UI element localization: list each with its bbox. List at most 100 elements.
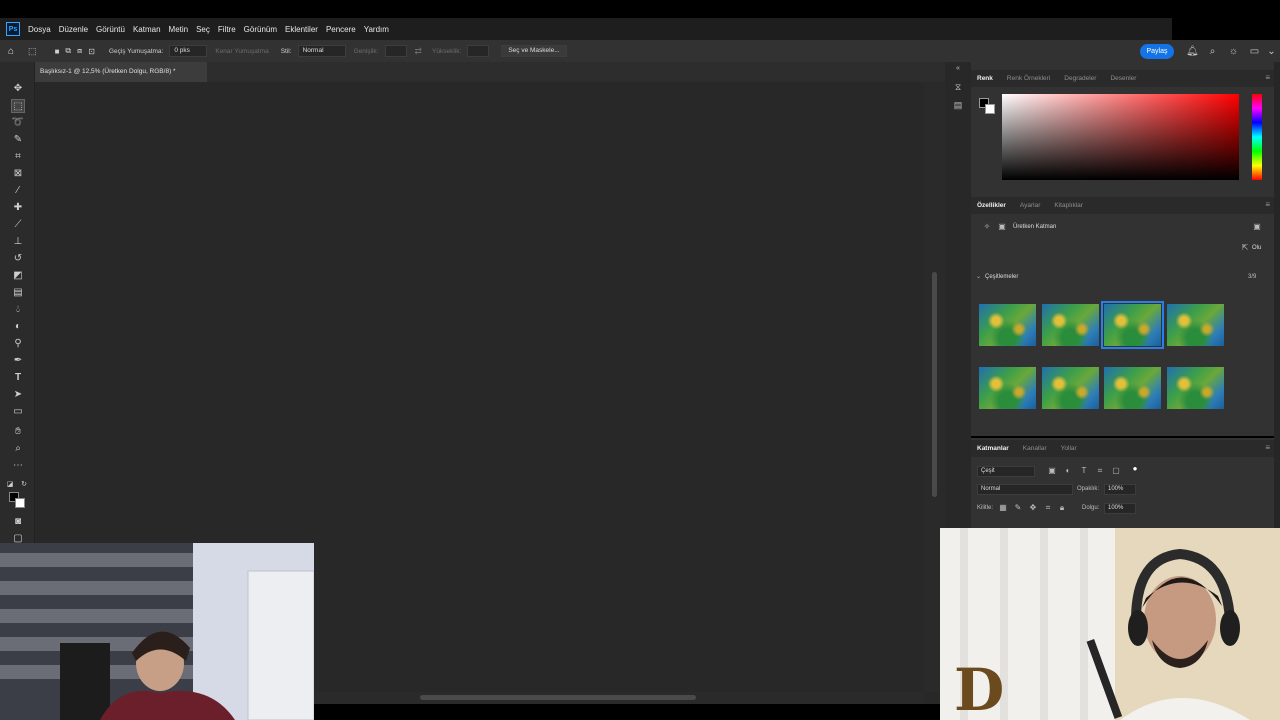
brush-tool-icon[interactable]: ⟋: [11, 218, 25, 232]
lasso-tool-icon[interactable]: ➰: [11, 116, 25, 130]
filter-shape-icon[interactable]: ⌗: [1095, 466, 1105, 476]
tab-channels[interactable]: Kanallar: [1023, 445, 1047, 452]
menu-select[interactable]: Seç: [196, 25, 210, 34]
filter-adjustment-icon[interactable]: ◐: [1063, 466, 1073, 476]
lock-position-icon[interactable]: ✥: [1028, 503, 1038, 513]
tab-layers[interactable]: Katmanlar: [977, 445, 1009, 452]
filter-pixel-icon[interactable]: ▣: [1047, 466, 1057, 476]
subtract-selection-icon[interactable]: ⧈: [77, 46, 82, 56]
color-field[interactable]: [1002, 94, 1239, 180]
tab-adjustments[interactable]: Ayarlar: [1020, 202, 1040, 209]
properties-options-icon[interactable]: ▣: [1252, 222, 1262, 232]
variation-thumbnail[interactable]: [979, 304, 1036, 346]
lock-artboard-icon[interactable]: ⌗: [1043, 503, 1053, 513]
dodge-burn-icon[interactable]: ⚲: [11, 337, 25, 351]
gradient-tool-icon[interactable]: ▤: [11, 286, 25, 300]
home-icon[interactable]: ⌂: [8, 46, 14, 57]
variation-thumbnail[interactable]: [1042, 304, 1099, 346]
search-icon[interactable]: ⌕: [1207, 46, 1218, 57]
zoom-tool-icon[interactable]: ⌕: [11, 442, 25, 456]
feather-input[interactable]: 0 pks: [169, 45, 208, 57]
history-panel-icon[interactable]: ⧖: [953, 82, 963, 92]
color-panel-background-swatch[interactable]: [985, 104, 995, 114]
horizontal-scroll-thumb[interactable]: [420, 695, 696, 700]
variation-thumbnail-selected[interactable]: [1101, 301, 1164, 349]
layer-filter-select[interactable]: Çeşit: [977, 466, 1035, 477]
menu-type[interactable]: Metin: [169, 25, 189, 34]
frame-tool-icon[interactable]: ⊠: [11, 167, 25, 181]
quick-mask-icon[interactable]: ◙: [11, 515, 25, 529]
variation-thumbnail[interactable]: [979, 367, 1036, 409]
variation-thumbnail[interactable]: [1042, 367, 1099, 409]
panel-menu-icon[interactable]: ≡: [1265, 444, 1270, 452]
collapse-arrows-icon[interactable]: «: [953, 64, 963, 74]
select-and-mask-button[interactable]: Seç ve Maskele...: [501, 45, 567, 57]
pen-tool-icon[interactable]: ✒: [11, 354, 25, 368]
menu-plugins[interactable]: Eklentiler: [285, 25, 318, 34]
dodge-tool-icon[interactable]: ◐: [11, 320, 25, 334]
swap-colors-icon[interactable]: ↻: [20, 478, 28, 492]
filter-toggle-icon[interactable]: ●: [1130, 464, 1140, 474]
tab-patterns[interactable]: Desenler: [1110, 75, 1136, 82]
crop-tool-icon[interactable]: ⌗: [11, 150, 25, 164]
tab-libraries[interactable]: Kitaplıklar: [1054, 202, 1083, 209]
tab-properties[interactable]: Özellikler: [977, 202, 1006, 209]
panel-menu-icon[interactable]: ≡: [1265, 74, 1270, 82]
type-tool-icon[interactable]: T: [11, 371, 25, 385]
filter-type-icon[interactable]: T: [1079, 466, 1089, 476]
generate-button[interactable]: Olu: [1252, 243, 1261, 253]
add-selection-icon[interactable]: ⧉: [65, 46, 71, 56]
stamp-tool-icon[interactable]: ⊥: [11, 235, 25, 249]
discover-icon[interactable]: ☼: [1228, 46, 1239, 57]
history-brush-icon[interactable]: ↺: [11, 252, 25, 266]
quick-select-icon[interactable]: ✎: [11, 133, 25, 147]
marquee-tool-icon[interactable]: ⬚: [11, 99, 25, 113]
menu-help[interactable]: Yardım: [364, 25, 389, 34]
bell-icon[interactable]: 🔔︎: [1186, 46, 1199, 57]
width-input[interactable]: [384, 45, 407, 57]
menu-layer[interactable]: Katman: [133, 25, 161, 34]
filter-smart-object-icon[interactable]: ▢: [1111, 466, 1121, 476]
vertical-scroll-thumb[interactable]: [932, 272, 937, 497]
tab-color[interactable]: Renk: [977, 75, 993, 82]
share-button[interactable]: Paylaş: [1140, 44, 1174, 59]
variations-chevron-icon[interactable]: ⌄: [976, 272, 981, 282]
eyedropper-icon[interactable]: ⁄: [11, 184, 25, 198]
opacity-input[interactable]: 100%: [1104, 484, 1136, 495]
variation-thumbnail[interactable]: [1167, 304, 1224, 346]
blur-tool-icon[interactable]: 💧︎: [11, 303, 25, 317]
new-selection-icon[interactable]: ■: [55, 47, 60, 56]
tab-swatches[interactable]: Renk Örnekleri: [1007, 75, 1050, 82]
menu-window[interactable]: Pencere: [326, 25, 356, 34]
move-tool-icon[interactable]: ✥: [11, 82, 25, 96]
hand-tool-icon[interactable]: ✋︎: [11, 425, 25, 439]
chevron-down-icon[interactable]: ⌄: [1266, 46, 1277, 57]
healing-brush-icon[interactable]: ✚: [11, 201, 25, 215]
lock-image-icon[interactable]: ✎: [1013, 503, 1023, 513]
more-tools-icon[interactable]: ⋯: [11, 459, 25, 473]
marquee-tool-icon[interactable]: ⬚: [28, 46, 37, 57]
height-input[interactable]: [467, 45, 490, 57]
lock-all-icon[interactable]: 🔒︎: [1057, 503, 1067, 513]
document-tab[interactable]: Başlıksız-1 @ 12,5% (Üretken Dolgu, RGB/…: [35, 62, 207, 82]
horizontal-scrollbar[interactable]: [314, 692, 924, 704]
tab-gradients[interactable]: Degradeler: [1064, 75, 1096, 82]
tab-paths[interactable]: Yollar: [1061, 445, 1077, 452]
variation-thumbnail[interactable]: [1104, 367, 1161, 409]
rectangle-tool-icon[interactable]: ▭: [11, 405, 25, 419]
hue-slider[interactable]: [1252, 94, 1262, 180]
comments-panel-icon[interactable]: ▤: [953, 100, 963, 110]
right-panel-scrollbar[interactable]: [1274, 62, 1280, 528]
antialias-checkbox[interactable]: Kenar Yumuşatma: [215, 48, 268, 55]
swap-icon[interactable]: ⇄: [415, 46, 423, 57]
variation-thumbnail[interactable]: [1167, 367, 1224, 409]
default-colors-icon[interactable]: ◪: [6, 478, 14, 492]
menu-image[interactable]: Görüntü: [96, 25, 125, 34]
panel-menu-icon[interactable]: ≡: [1265, 201, 1270, 209]
path-select-icon[interactable]: ➤: [11, 388, 25, 402]
menu-edit[interactable]: Düzenle: [59, 25, 88, 34]
style-select[interactable]: Normal: [297, 45, 346, 57]
fill-input[interactable]: 100%: [1104, 503, 1136, 514]
external-link-icon[interactable]: ⇱: [1240, 243, 1250, 253]
workspace-icon[interactable]: ▭: [1249, 46, 1260, 57]
